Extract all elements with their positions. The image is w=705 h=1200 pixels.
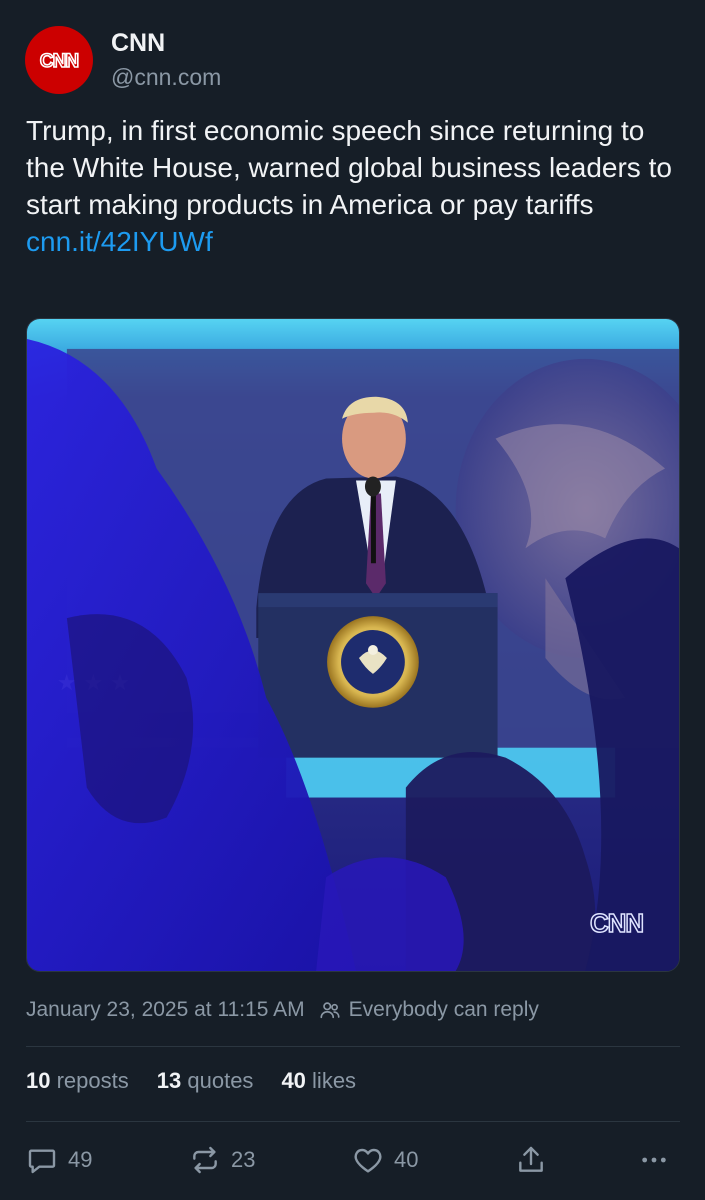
more-options-button[interactable]	[638, 1140, 670, 1180]
post-image[interactable]: ★ ★ ★ CNN	[26, 318, 680, 972]
reply-setting[interactable]: Everybody can reply	[349, 998, 539, 1022]
post-stats: 10 reposts 13 quotes 40 likes	[26, 1068, 384, 1094]
post-meta: January 23, 2025 at 11:15 AM Everybody c…	[26, 998, 680, 1022]
share-button[interactable]	[515, 1140, 547, 1180]
likes-stat[interactable]: 40 likes	[281, 1068, 356, 1094]
repost-button[interactable]: 23	[189, 1140, 255, 1180]
reply-count: 49	[68, 1147, 93, 1172]
post-body: Trump, in first economic speech since re…	[26, 115, 672, 220]
reply-icon	[26, 1144, 58, 1176]
author-handle[interactable]: @cnn.com	[111, 60, 221, 94]
photo: ★ ★ ★ CNN	[27, 319, 679, 971]
author-block: CNN @cnn.com	[111, 27, 221, 94]
cnn-logo: CNN	[39, 50, 80, 73]
avatar[interactable]: CNN	[25, 26, 93, 94]
post-actions: 49 23 40	[26, 1140, 680, 1180]
post-link[interactable]: cnn.it/42IYUWf	[26, 223, 686, 260]
likes-label: likes	[312, 1068, 357, 1093]
more-icon	[638, 1144, 670, 1176]
reply-button[interactable]: 49	[26, 1140, 92, 1180]
divider	[26, 1121, 680, 1122]
quotes-stat[interactable]: 13 quotes	[157, 1068, 254, 1094]
repost-count: 23	[231, 1147, 256, 1172]
post-header: CNN CNN @cnn.com	[25, 26, 221, 94]
post-text: Trump, in first economic speech since re…	[26, 112, 686, 260]
heart-icon	[352, 1144, 384, 1176]
cnn-watermark: CNN	[590, 910, 643, 938]
timestamp[interactable]: January 23, 2025 at 11:15 AM	[26, 998, 305, 1022]
quotes-count: 13	[156, 1068, 182, 1093]
divider	[26, 1046, 680, 1047]
like-count: 40	[394, 1147, 419, 1172]
likes-count: 40	[281, 1068, 306, 1093]
share-icon	[515, 1144, 547, 1176]
author-name[interactable]: CNN	[111, 27, 221, 59]
svg-text:CNN: CNN	[40, 51, 78, 72]
reposts-stat[interactable]: 10 reposts	[26, 1068, 129, 1094]
repost-icon	[189, 1144, 221, 1176]
reposts-label: reposts	[56, 1068, 129, 1093]
quotes-label: quotes	[187, 1068, 254, 1093]
people-icon	[319, 999, 341, 1021]
like-button[interactable]: 40	[352, 1140, 418, 1180]
reposts-count: 10	[26, 1068, 51, 1093]
